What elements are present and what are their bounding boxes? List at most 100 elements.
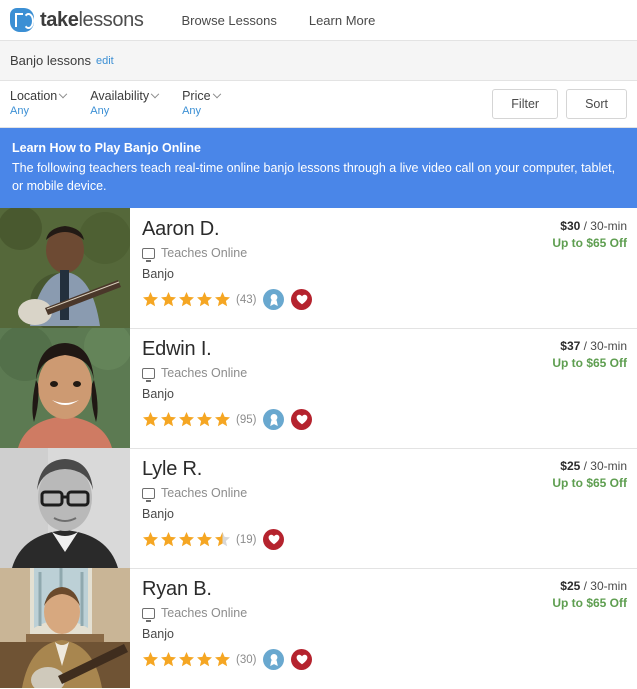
star-icon [215,652,230,667]
teacher-photo-ryan[interactable] [0,568,130,688]
teacher-instrument: Banjo [142,627,174,641]
teacher-listing-row[interactable]: Aaron D. Teaches Online Banjo (43) $30 / 30-… [0,208,637,328]
review-count: (43) [236,293,257,306]
filter-price-text: Price [182,88,211,103]
teacher-info: Lyle R. Teaches Online Banjo (19) [130,448,462,568]
filter-availability[interactable]: Availability Any [90,89,160,119]
discount-label: Up to $65 Off [552,236,627,250]
award-glyph [270,653,278,666]
filter-bar: Location Any Availability Any Price Any … [0,81,637,128]
filter-button[interactable]: Filter [492,89,559,119]
heart-badge-icon[interactable] [291,649,313,670]
heart-glyph [296,654,308,665]
price-amount: $30 [560,219,581,233]
filter-location[interactable]: Location Any [10,89,68,119]
teacher-listing-row[interactable]: Ryan B. Teaches Online Banjo (30) $25 / 30-m… [0,568,637,688]
nav-browse-lessons[interactable]: Browse Lessons [165,13,292,28]
logo-wordmark: takelessons [40,8,144,32]
teacher-name[interactable]: Ryan B. [142,578,462,600]
teaches-online-label: Teaches Online [142,606,462,622]
star-icon [143,652,158,667]
price-column: $25 / 30-min Up to $65 Off [462,448,637,568]
price-line: $30 / 30-min [462,219,627,233]
award-glyph [270,293,278,306]
price-unit: / 30-min [583,219,627,233]
price-column: $30 / 30-min Up to $65 Off [462,208,637,328]
price-amount: $25 [560,579,581,593]
banner-title: Learn How to Play Banjo Online [12,141,201,155]
price-unit: / 30-min [583,579,627,593]
price-amount: $37 [560,339,581,353]
teacher-photo-edwin[interactable] [0,328,130,448]
promo-banner: Learn How to Play Banjo Online The follo… [0,128,637,208]
teacher-instrument: Banjo [142,387,174,401]
edit-subject-link[interactable]: edit [96,55,114,67]
chevron-down-icon [59,89,68,98]
star-icon [161,292,176,307]
logo-bold: take [40,8,79,31]
review-count: (30) [236,653,257,666]
teaches-online-label: Teaches Online [142,366,462,382]
filter-actions: Filter Sort [492,89,627,119]
teaches-online-text: Teaches Online [161,606,248,620]
star-icon [197,292,212,307]
star-icon [215,412,230,427]
discount-label: Up to $65 Off [552,476,627,490]
star-icon [179,412,194,427]
star-rating [142,411,232,428]
price-column: $37 / 30-min Up to $65 Off [462,328,637,448]
teacher-info: Ryan B. Teaches Online Banjo (30) [130,568,462,688]
price-unit: / 30-min [583,459,627,473]
star-icon [179,652,194,667]
teaches-online-text: Teaches Online [161,486,248,500]
teacher-name[interactable]: Lyle R. [142,458,462,480]
teaches-online-label: Teaches Online [142,246,462,262]
filter-price-label: Price [182,88,221,105]
teaches-online-text: Teaches Online [161,366,248,380]
discount-label: Up to $65 Off [552,596,627,610]
star-icon [179,292,194,307]
banner-text: The following teachers teach real-time o… [12,161,616,194]
monitor-icon [142,607,155,622]
price-amount: $25 [560,459,581,473]
discount-label: Up to $65 Off [552,356,627,370]
teacher-name[interactable]: Edwin I. [142,338,462,360]
price-column: $25 / 30-min Up to $65 Off [462,568,637,688]
teacher-photo-aaron[interactable] [0,208,130,328]
teacher-photo-lyle[interactable] [0,448,130,568]
nav-learn-more[interactable]: Learn More [293,13,391,28]
teacher-name[interactable]: Aaron D. [142,218,462,240]
rating-row: (19) [142,529,462,550]
subject-bar: Banjo lessons edit [0,41,637,81]
teacher-instrument: Banjo [142,507,174,521]
filter-price[interactable]: Price Any [182,88,221,119]
teaches-online-label: Teaches Online [142,486,462,502]
star-icon [143,412,158,427]
monitor-icon [142,247,155,262]
heart-glyph [268,534,280,545]
filter-availability-label: Availability [90,89,160,105]
monitor-icon [142,367,155,382]
heart-badge-icon[interactable] [291,409,313,430]
site-logo[interactable]: takelessons [10,8,144,32]
heart-badge-icon[interactable] [291,289,313,310]
chevron-down-icon [212,89,221,98]
star-icon [179,532,194,547]
award-badge-icon[interactable] [263,289,285,310]
teacher-listing-row[interactable]: Edwin I. Teaches Online Banjo (95) $37 / 30-… [0,328,637,448]
star-rating [142,291,232,308]
price-line: $37 / 30-min [462,339,627,353]
award-badge-icon[interactable] [263,649,285,670]
star-icon [197,412,212,427]
award-badge-icon[interactable] [263,409,285,430]
heart-badge-icon[interactable] [263,529,285,550]
teacher-info: Aaron D. Teaches Online Banjo (43) [130,208,462,328]
page-title: Banjo lessons [10,53,91,68]
sort-button[interactable]: Sort [566,89,627,119]
rating-row: (43) [142,289,462,310]
star-rating [142,651,232,668]
review-count: (19) [236,533,257,546]
teacher-listing-row[interactable]: Lyle R. Teaches Online Banjo (19) $25 / 30-m… [0,448,637,568]
award-glyph [270,413,278,426]
teacher-list: Aaron D. Teaches Online Banjo (43) $30 / 30-… [0,208,637,688]
